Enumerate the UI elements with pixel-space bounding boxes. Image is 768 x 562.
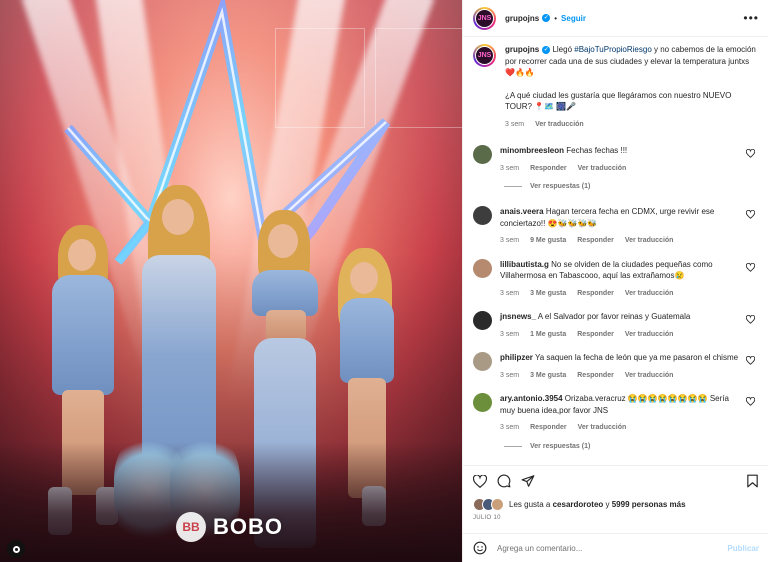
post-header: JNS grupojns ✓ • Seguir ••• [463, 0, 768, 37]
comment-item: anais.veera Hagan tercera fecha en CDMX,… [473, 206, 759, 247]
comment-username[interactable]: ary.antonio.3954 [500, 394, 563, 403]
reply-button[interactable]: Responder [530, 422, 567, 434]
comment-item: lillibautista.g No se olviden de la ciud… [473, 258, 759, 300]
likes-count[interactable]: 5999 personas más [612, 500, 686, 509]
comment-time[interactable]: 3 sem [500, 288, 519, 300]
reply-button[interactable]: Responder [577, 235, 614, 247]
add-comment-bar: Publicar [463, 533, 768, 562]
comment-username[interactable]: minombreesleon [500, 146, 564, 155]
comment-item: jnsnews_ A el Salvador por favor reinas … [473, 311, 759, 340]
translation-link[interactable]: Ver traducción [578, 163, 627, 175]
caption-translation-link[interactable]: Ver traducción [535, 119, 584, 131]
likes-user[interactable]: cesardoroteo [553, 500, 604, 509]
comment-username[interactable]: philipzer [500, 353, 533, 362]
caption-hashtag[interactable]: #BajoTuPropioRiesgo [574, 45, 652, 54]
post-caption: JNS grupojns ✓ Llegó #BajoTuPropioRiesgo … [473, 44, 759, 130]
translation-link[interactable]: Ver traducción [625, 329, 674, 341]
comment-username[interactable]: lillibautista.g [500, 260, 549, 269]
comment-item: philipzer Ya saquen la fecha de león que… [473, 352, 759, 381]
avatar[interactable] [473, 311, 492, 330]
replies-divider-line [504, 445, 522, 447]
comment-item: ary.antonio.3954 Orizaba.veracruz 😭😭😭😭😭😭… [473, 393, 759, 450]
likes-prefix: Les gusta a [509, 500, 553, 509]
comment-likes[interactable]: 3 Me gusta [530, 370, 566, 382]
liker-avatars [473, 498, 504, 511]
view-replies-label[interactable]: Ver respuestas (1) [530, 183, 590, 190]
translation-link[interactable]: Ver traducción [625, 235, 674, 247]
comment-icon[interactable] [497, 474, 511, 488]
watermark: BB BOBO [176, 512, 283, 542]
comment-like-heart-icon[interactable] [746, 262, 755, 272]
translation-link[interactable]: Ver traducción [625, 370, 674, 382]
caption-username[interactable]: grupojns [505, 45, 539, 54]
comment-likes[interactable]: 9 Me gusta [530, 235, 566, 247]
post-date[interactable]: JULIO 10 [473, 515, 759, 521]
caption-time[interactable]: 3 sem [505, 119, 524, 131]
comment-like-heart-icon[interactable] [746, 397, 755, 406]
view-replies-label[interactable]: Ver respuestas (1) [530, 443, 590, 450]
likes-summary: Les gusta a cesardoroteo y 5999 personas… [473, 498, 759, 511]
avatar[interactable] [473, 352, 492, 371]
separator-dot: • [554, 13, 558, 23]
comment-like-heart-icon[interactable] [746, 210, 755, 219]
verified-icon: ✓ [542, 14, 551, 22]
replies-divider-line [504, 186, 522, 187]
heart-icon[interactable] [473, 474, 487, 488]
watermark-logo: BB [176, 512, 206, 542]
view-replies-button[interactable]: Ver respuestas (1) [504, 443, 759, 450]
avatar[interactable] [473, 393, 492, 412]
comments-list[interactable]: JNS grupojns ✓ Llegó #BajoTuPropioRiesgo … [463, 37, 768, 465]
translation-link[interactable]: Ver traducción [625, 288, 674, 300]
comment-time[interactable]: 3 sem [500, 163, 519, 175]
comment-time[interactable]: 3 sem [500, 235, 519, 247]
follow-button[interactable]: Seguir [561, 14, 586, 23]
avatar[interactable]: JNS [473, 44, 496, 67]
translation-link[interactable]: Ver traducción [578, 422, 627, 434]
comment-text: A el Salvador por favor reinas y Guatema… [536, 312, 691, 321]
avatar[interactable]: JNS [473, 6, 496, 30]
post-photo[interactable]: BB BOBO [0, 0, 462, 562]
watermark-text: BOBO [213, 514, 283, 539]
comment-time[interactable]: 3 sem [500, 329, 519, 341]
avatar[interactable] [473, 258, 492, 278]
reply-button[interactable]: Responder [577, 288, 614, 300]
comment-like-heart-icon[interactable] [746, 149, 755, 158]
comment-text: Ya saquen la fecha de león que ya me pas… [532, 353, 739, 362]
comment-likes[interactable]: 3 Me gusta [530, 288, 566, 300]
save-icon[interactable] [746, 474, 759, 488]
comment-input[interactable] [497, 543, 718, 553]
reply-button[interactable]: Responder [530, 163, 567, 175]
reply-button[interactable]: Responder [577, 329, 614, 341]
avatar[interactable] [473, 206, 492, 225]
comment-item: minombreesleon Fechas fechas !!! 3 sem Res… [473, 145, 759, 190]
comment-text: Fechas fechas !!! [564, 146, 628, 155]
comment-username[interactable]: anais.veera [500, 207, 544, 216]
header-username[interactable]: grupojns [505, 14, 539, 23]
share-icon[interactable] [521, 474, 535, 488]
tagged-user-icon[interactable] [7, 540, 25, 558]
post-actions: Les gusta a cesardoroteo y 5999 personas… [463, 465, 768, 533]
caption-question: ¿A qué ciudad les gustaría que llegáramo… [505, 90, 732, 112]
caption-text-before: Llegó [550, 45, 575, 54]
comment-like-heart-icon[interactable] [746, 356, 755, 365]
more-icon[interactable]: ••• [743, 11, 759, 25]
post-side-panel: JNS grupojns ✓ • Seguir ••• JNS grupojns… [462, 0, 768, 562]
comment-like-heart-icon[interactable] [746, 315, 755, 324]
comment-time[interactable]: 3 sem [500, 370, 519, 382]
reply-button[interactable]: Responder [577, 370, 614, 382]
publish-button[interactable]: Publicar [727, 544, 759, 553]
likes-middle: y [603, 500, 612, 509]
emoji-icon[interactable] [473, 541, 487, 555]
comment-username[interactable]: jnsnews_ [500, 312, 536, 321]
comment-likes[interactable]: 1 Me gusta [530, 329, 566, 341]
avatar[interactable] [473, 145, 492, 164]
view-replies-button[interactable]: Ver respuestas (1) [504, 183, 759, 190]
comment-time[interactable]: 3 sem [500, 422, 519, 434]
